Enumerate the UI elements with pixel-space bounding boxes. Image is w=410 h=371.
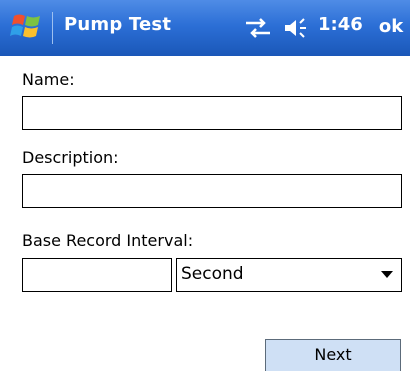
title-bar: Pump Test 1:46 ok [0,0,410,56]
chevron-down-icon [381,271,393,278]
app-title: Pump Test [64,14,172,35]
clock[interactable]: 1:46 [318,14,363,35]
interval-label: Base Record Interval: [22,231,194,250]
windows-flag-icon[interactable] [10,10,44,44]
name-label: Name: [22,70,75,89]
title-separator [52,12,53,44]
interval-unit-select[interactable]: Second [176,258,402,292]
interval-input[interactable] [22,258,172,292]
speaker-icon[interactable] [283,16,309,40]
description-input[interactable] [22,174,402,208]
connectivity-icon[interactable] [244,17,272,39]
next-button[interactable]: Next [265,339,401,371]
ok-button[interactable]: ok [375,12,407,42]
name-input[interactable] [22,96,402,130]
interval-unit-value: Second [181,264,244,284]
description-label: Description: [22,148,119,167]
